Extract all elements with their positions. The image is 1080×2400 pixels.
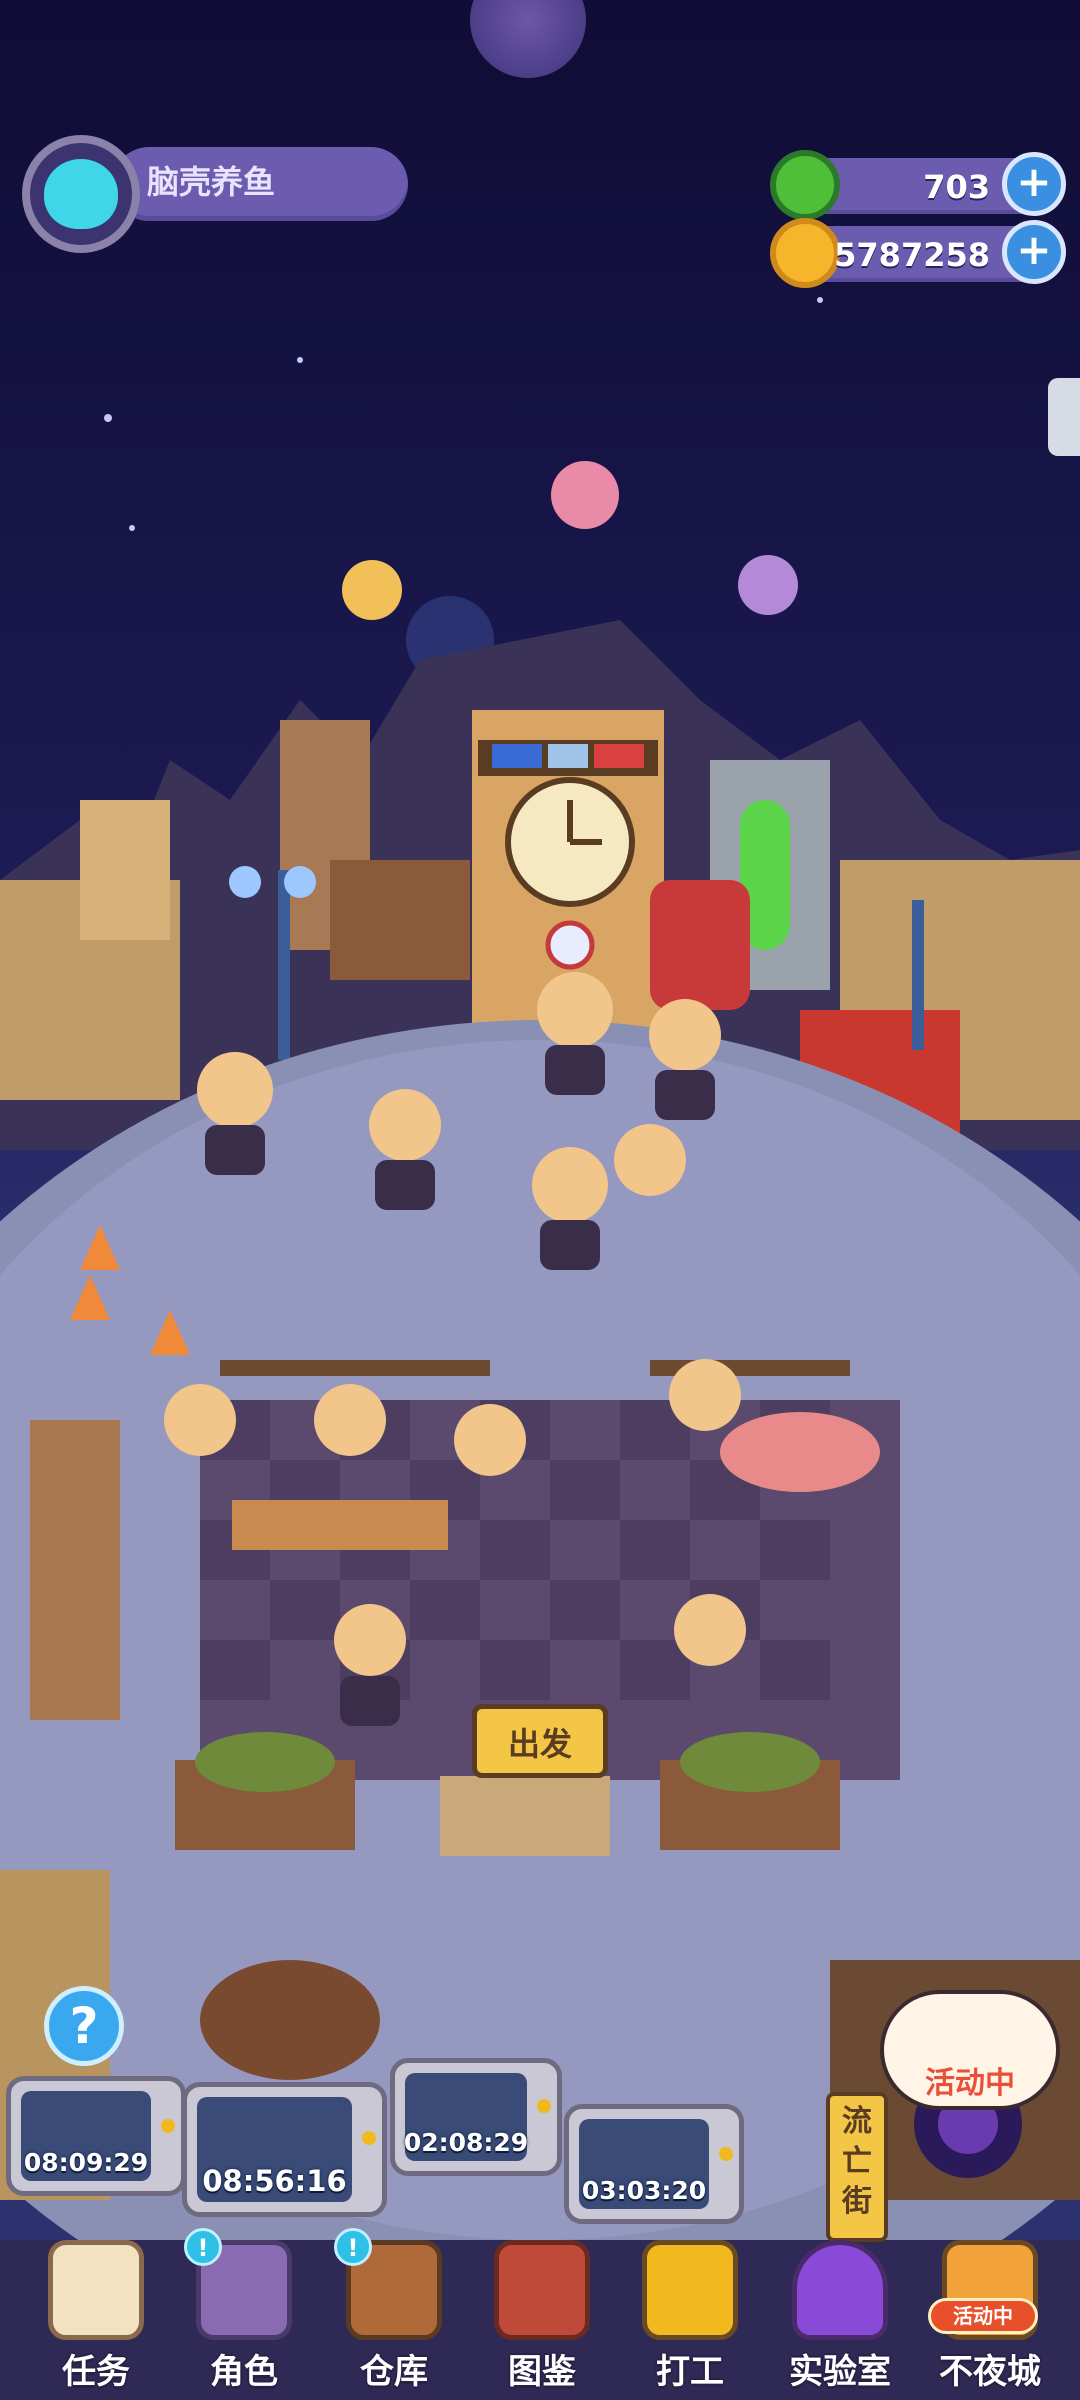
nav-label: 实验室 [789,2352,891,2392]
bookshelf [30,1420,120,1720]
nav-label: 不夜城 [939,2352,1041,2392]
exile-street-sign[interactable]: 流亡街 [826,2092,888,2242]
night-city-event-tag: 活动中 [928,2298,1038,2334]
timer-text: 08:09:29 [23,2148,149,2177]
nav-label: 打工 [656,2352,724,2392]
timer-machine-3[interactable]: 02:08:29 [390,2058,562,2176]
flask-icon [792,2240,888,2340]
cat-face-icon [44,159,118,229]
timer-text: 03:03:20 [581,2176,707,2205]
timer-machine-2[interactable]: 08:56:16 [182,2082,387,2217]
nav-lab[interactable]: 实验室 [780,2232,900,2400]
timer-knob [537,2099,551,2113]
help-button[interactable]: ? [44,1986,124,2066]
timer-knob [161,2119,175,2133]
gem-icon [770,150,840,220]
side-panel-tab[interactable] [1048,378,1080,456]
nav-warehouse[interactable]: ! 仓库 [334,2228,454,2400]
timer-knob [362,2131,376,2145]
add-gems-button[interactable]: + [1002,152,1066,216]
add-coins-button[interactable]: + [1002,220,1066,284]
event-label: 活动中 [925,2066,1015,2101]
nav-label: 仓库 [360,2352,428,2392]
nav-characters[interactable]: ! 角色 [184,2228,304,2400]
player-avatar[interactable] [22,135,140,253]
coin-planet-icon [770,218,840,288]
timer-text: 02:08:29 [403,2128,529,2157]
nav-work[interactable]: 打工 [630,2232,750,2400]
nav-tasks[interactable]: 任务 [36,2232,156,2400]
notification-badge: ! [334,2228,372,2266]
event-bubble[interactable]: 活动中 [880,1990,1060,2110]
gem-counter: 703 + [770,150,1066,220]
nav-label: 角色 [210,2352,278,2392]
coin-value: 5787258 [834,236,990,274]
nav-label: 图鉴 [508,2352,576,2392]
notification-badge: ! [184,2228,222,2266]
tv-icon [642,2240,738,2340]
player-name: 脑壳养鱼 [147,163,276,201]
timer-machine-4[interactable]: 03:03:20 [564,2104,744,2224]
timer-machine-1[interactable]: 08:09:29 [6,2076,186,2196]
player-profile[interactable]: 脑壳养鱼 [22,135,408,275]
depart-sign[interactable]: 出发 [472,1704,608,1778]
nav-label: 任务 [62,2352,130,2392]
task-scroll-icon [48,2240,144,2340]
gem-value: 703 [923,168,990,206]
coin-counter: 5787258 + [770,218,1066,288]
nav-collection[interactable]: 图鉴 [482,2232,602,2400]
depart-label: 出发 [507,1725,572,1763]
book-icon [494,2240,590,2340]
timer-text: 08:56:16 [202,2164,347,2198]
timer-knob [719,2147,733,2161]
street-label: 流亡街 [842,2104,872,2219]
